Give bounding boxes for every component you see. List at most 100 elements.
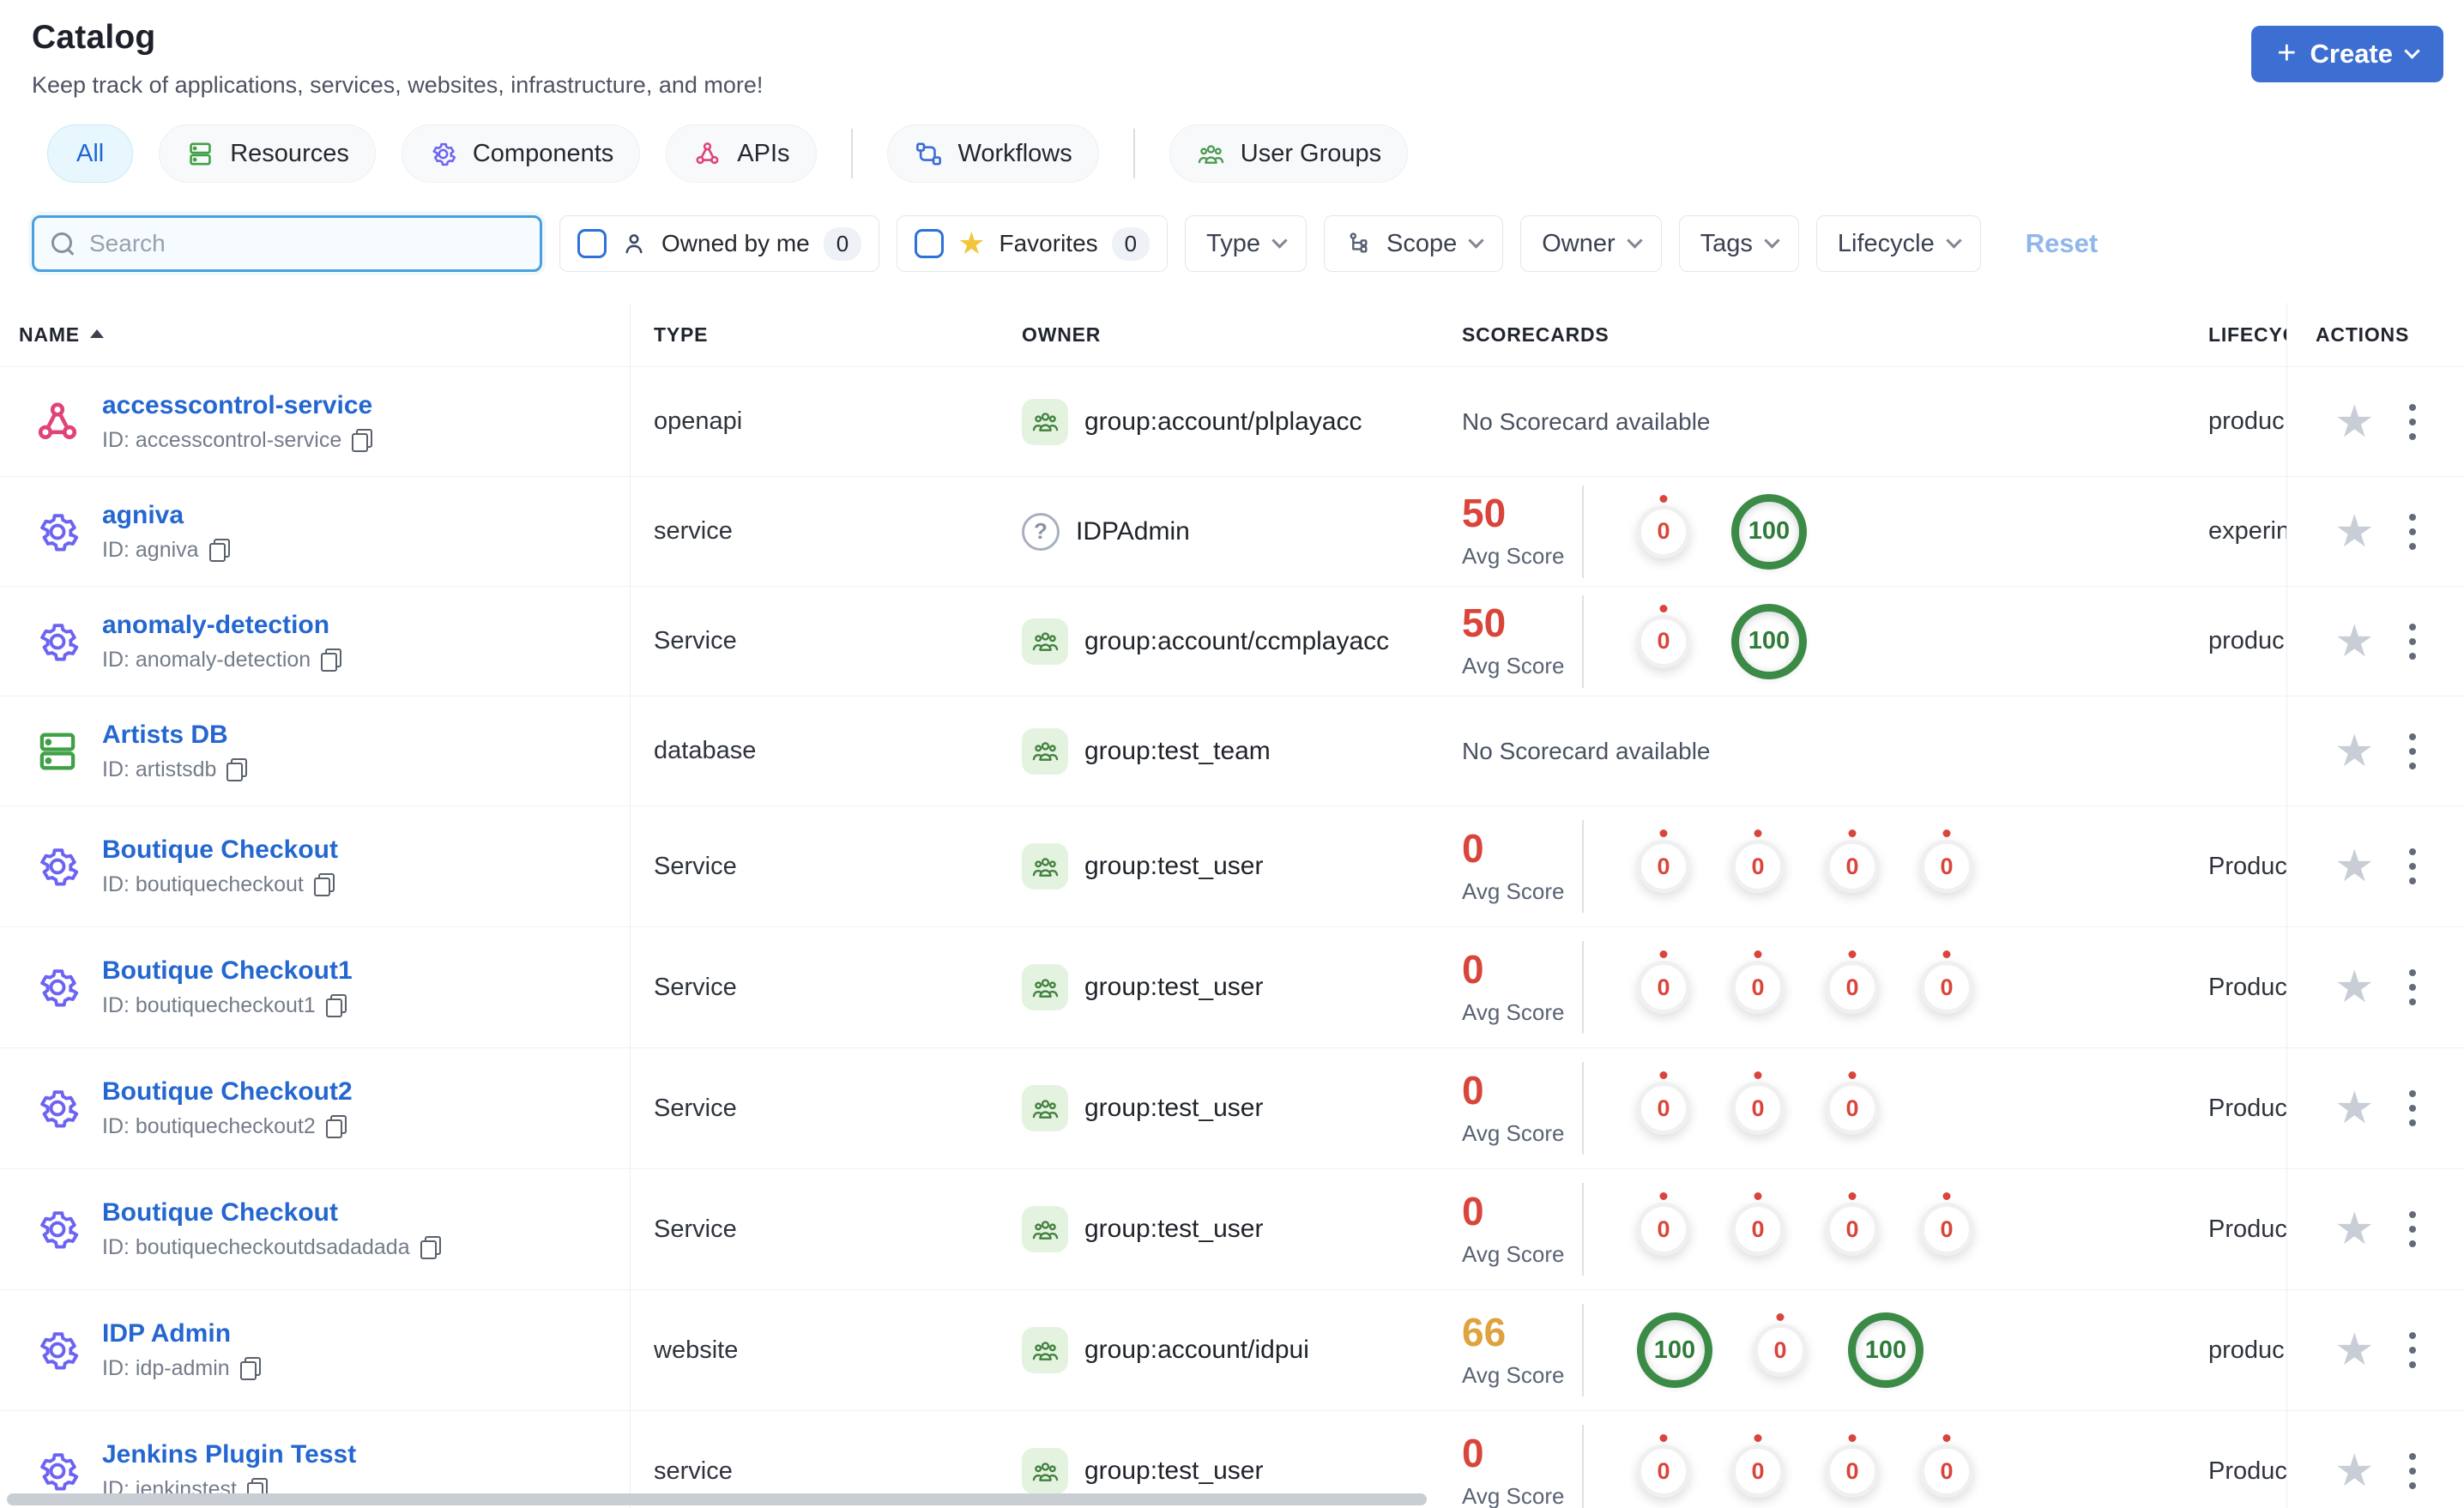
create-button[interactable]: + Create [2251, 26, 2443, 82]
search-input[interactable] [89, 230, 522, 257]
lifecycle-value: Produc [2208, 973, 2286, 1001]
favorite-star-icon[interactable]: ★ [2334, 1449, 2375, 1493]
favorites-filter[interactable]: ★ Favorites 0 [897, 215, 1169, 272]
scorecard-gauge[interactable]: 0 [1637, 504, 1690, 558]
avg-score-value: 50 [1462, 600, 1507, 645]
copy-icon[interactable] [208, 538, 230, 562]
star-icon: ★ [957, 226, 986, 261]
favorite-star-icon[interactable]: ★ [2334, 1086, 2375, 1131]
tab-apis[interactable]: APIs [666, 124, 817, 183]
entity-name-link[interactable]: Boutique Checkout1 [102, 956, 353, 986]
tab-all[interactable]: All [47, 124, 134, 183]
owned-by-me-filter[interactable]: Owned by me 0 [559, 215, 880, 272]
more-actions-icon[interactable] [2406, 510, 2419, 553]
favorite-star-icon[interactable]: ★ [2334, 729, 2375, 774]
workflows-icon [914, 139, 944, 169]
scorecard-gauge[interactable]: 0 [1920, 1445, 1973, 1498]
scorecard-gauge[interactable]: 0 [1826, 840, 1879, 893]
filter-owner[interactable]: Owner [1520, 215, 1662, 272]
entity-name-link[interactable]: agniva [102, 501, 230, 530]
favorite-star-icon[interactable]: ★ [2334, 400, 2375, 444]
scorecard-gauge[interactable]: 0 [1731, 961, 1785, 1014]
scorecard-gauge[interactable]: 0 [1637, 614, 1690, 668]
lifecycle-cell: Produc [2184, 1411, 2286, 1508]
entity-name-link[interactable]: Jenkins Plugin Tesst [102, 1440, 356, 1469]
more-actions-icon[interactable] [2406, 730, 2419, 773]
resources-icon [185, 139, 215, 169]
scorecard-gauge[interactable]: 0 [1826, 1203, 1879, 1256]
copy-icon[interactable] [420, 1236, 441, 1259]
filter-scope[interactable]: Scope [1324, 215, 1504, 272]
scorecard-gauge[interactable]: 0 [1826, 961, 1879, 1014]
tab-workflows[interactable]: Workflows [886, 124, 1099, 183]
scorecard-gauge[interactable]: 100 [1731, 493, 1807, 570]
scorecard-gauge[interactable]: 0 [1731, 1082, 1785, 1135]
scorecard-gauge[interactable]: 0 [1637, 1082, 1690, 1135]
copy-icon[interactable] [325, 1115, 347, 1138]
scorecard-gauge[interactable]: 0 [1637, 840, 1690, 893]
favorite-star-icon[interactable]: ★ [2334, 965, 2375, 1010]
table-body: accesscontrol-service ID: accesscontrol-… [0, 366, 2464, 1508]
filter-type[interactable]: Type [1185, 215, 1307, 272]
entity-name-link[interactable]: Boutique Checkout2 [102, 1077, 353, 1107]
scorecard-gauge[interactable]: 0 [1637, 1203, 1690, 1256]
copy-icon[interactable] [321, 648, 342, 672]
favorite-star-icon[interactable]: ★ [2334, 1207, 2375, 1252]
favorite-star-icon[interactable]: ★ [2334, 619, 2375, 664]
copy-icon[interactable] [226, 757, 248, 781]
horizontal-scrollbar[interactable] [7, 1493, 1427, 1505]
reset-filters-link[interactable]: Reset [2026, 228, 2098, 259]
lifecycle-value: Produc [2208, 1215, 2286, 1243]
favorite-star-icon[interactable]: ★ [2334, 510, 2375, 554]
favorites-checkbox[interactable] [915, 229, 945, 258]
scorecard-gauge[interactable]: 0 [1731, 1445, 1785, 1498]
scorecard-gauge[interactable]: 0 [1731, 840, 1785, 893]
entity-name-link[interactable]: accesscontrol-service [102, 391, 372, 420]
more-actions-icon[interactable] [2406, 620, 2419, 663]
tab-resources[interactable]: Resources [159, 124, 376, 183]
column-header-scorecards: SCORECARDS [1462, 323, 1609, 346]
scorecard-gauge[interactable]: 0 [1754, 1324, 1807, 1377]
scorecard-gauge[interactable]: 100 [1731, 603, 1807, 679]
entity-name-link[interactable]: Artists DB [102, 721, 247, 750]
more-actions-icon[interactable] [2406, 1208, 2419, 1251]
tab-components[interactable]: Components [401, 124, 641, 183]
scorecard-gauge[interactable]: 0 [1731, 1203, 1785, 1256]
more-actions-icon[interactable] [2406, 401, 2419, 443]
gauge-value: 0 [1845, 1457, 1859, 1484]
owned-by-me-checkbox[interactable] [577, 229, 607, 258]
scorecard-gauge[interactable]: 0 [1637, 1445, 1690, 1498]
group-icon [1022, 618, 1068, 665]
more-actions-icon[interactable] [2406, 1329, 2419, 1372]
actions-cell: ★ [2286, 927, 2464, 1047]
copy-icon[interactable] [352, 428, 373, 452]
copy-icon[interactable] [325, 994, 347, 1017]
favorite-star-icon[interactable]: ★ [2334, 1328, 2375, 1372]
entity-name-link[interactable]: Boutique Checkout [102, 835, 338, 865]
more-actions-icon[interactable] [2406, 966, 2419, 1009]
scorecard-gauge[interactable]: 0 [1826, 1082, 1879, 1135]
scorecard-gauge[interactable]: 100 [1637, 1312, 1712, 1388]
entity-name-link[interactable]: IDP Admin [102, 1319, 261, 1348]
copy-icon[interactable] [313, 873, 335, 896]
more-actions-icon[interactable] [2406, 1450, 2419, 1493]
scorecard-gauge[interactable]: 0 [1826, 1445, 1879, 1498]
scorecard-gauge[interactable]: 100 [1848, 1312, 1923, 1388]
column-header-name[interactable]: NAME [0, 303, 631, 366]
filter-tags[interactable]: Tags [1678, 215, 1799, 272]
copy-icon[interactable] [239, 1357, 261, 1380]
entity-name-link[interactable]: anomaly-detection [102, 611, 341, 640]
favorite-star-icon[interactable]: ★ [2334, 844, 2375, 889]
entity-name-link[interactable]: Boutique Checkout [102, 1198, 441, 1228]
scorecard-gauge[interactable]: 0 [1920, 1203, 1973, 1256]
more-actions-icon[interactable] [2406, 845, 2419, 888]
filter-lifecycle[interactable]: Lifecycle [1815, 215, 1981, 272]
search-box[interactable] [32, 215, 542, 272]
more-actions-icon[interactable] [2406, 1087, 2419, 1130]
gauge-value: 100 [1748, 627, 1791, 654]
scorecard-gauge[interactable]: 0 [1920, 840, 1973, 893]
tab-user-groups[interactable]: User Groups [1169, 124, 1409, 183]
scorecard-gauge[interactable]: 0 [1637, 961, 1690, 1014]
scorecard-gauge[interactable]: 0 [1920, 961, 1973, 1014]
gauge-value: 0 [1657, 1095, 1670, 1121]
